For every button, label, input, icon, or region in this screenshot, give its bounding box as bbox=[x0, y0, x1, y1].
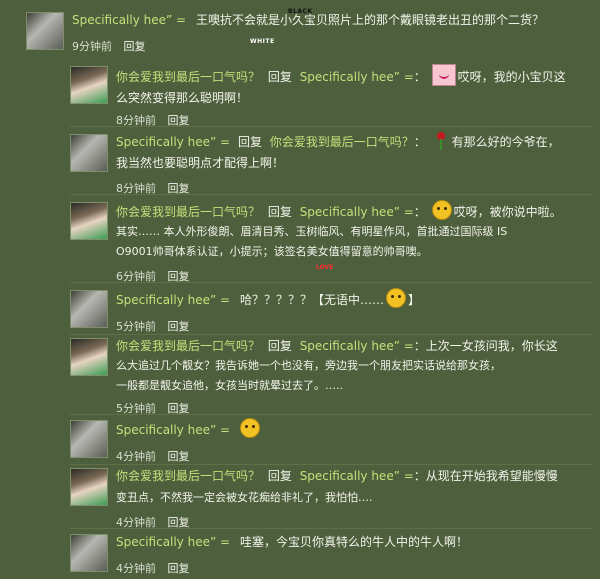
reply-button[interactable]: 回复 bbox=[168, 450, 190, 463]
timestamp: 4分钟前 bbox=[116, 450, 156, 463]
comment-text-block: 其实…… 本人外形俊朗、眉清目秀、玉树临风、有明星作风，首批通过国际级 IS O… bbox=[116, 222, 594, 262]
divider bbox=[70, 528, 592, 529]
divider bbox=[70, 282, 592, 283]
avatar[interactable] bbox=[70, 338, 108, 376]
comment-text: ：从现在开始我希望能慢慢 bbox=[413, 469, 558, 483]
timestamp: 5分钟前 bbox=[116, 320, 156, 333]
comment-text: 王噢抗不会就是小久宝贝照片上的那个戴眼镜老出丑的那个二货？ bbox=[195, 13, 544, 27]
avatar[interactable] bbox=[70, 468, 108, 506]
comment-text: ：上次一女孩问我，你长这 bbox=[413, 339, 558, 353]
comment-text: ： bbox=[413, 70, 426, 84]
comment-text: 变丑点，不然我一定会被女花痴给非礼了，我怕怕…. bbox=[116, 491, 373, 504]
divider bbox=[70, 464, 592, 465]
rose-icon bbox=[434, 132, 448, 150]
divider bbox=[70, 414, 592, 415]
reply-word: 回复 bbox=[267, 469, 292, 483]
comment-text-block: 么大追过几个靓女？我告诉她一个也没有，旁边我一个朋友把实话说给那女孩， 一般都是… bbox=[116, 356, 594, 396]
comment-body: Specifically hee” = bbox=[116, 418, 594, 441]
comment-text: ： bbox=[413, 205, 426, 219]
comment-text: 】 bbox=[407, 293, 420, 307]
comment-body: Specifically hee” = 回复 你会爱我到最后一口气吗？： 有那么… bbox=[116, 132, 594, 174]
avatar[interactable] bbox=[70, 290, 108, 328]
reply-button[interactable]: 回复 bbox=[168, 562, 190, 575]
reply-word: 回复 bbox=[267, 339, 292, 353]
timestamp: 9分钟前 bbox=[72, 40, 112, 53]
comment-body: 你会爱我到最后一口气吗？ 回复 Specifically hee” =：上次一女… bbox=[116, 336, 594, 357]
comment-meta: 4分钟前 回复 bbox=[116, 448, 190, 464]
reply-target-link[interactable]: Specifically hee” = bbox=[300, 70, 414, 84]
comment-text: 哎呀，我的小宝贝这 bbox=[457, 70, 566, 84]
username-link[interactable]: Specifically hee” = bbox=[116, 293, 230, 307]
reply-button[interactable]: 回复 bbox=[124, 40, 146, 53]
username-link[interactable]: Specifically hee” = bbox=[116, 135, 230, 149]
avatar[interactable] bbox=[26, 12, 64, 50]
comment-item: Specifically hee” = 哈？？？？？【无语中…… 】 5分钟前 回… bbox=[70, 288, 594, 334]
avatar[interactable] bbox=[70, 534, 108, 572]
username-link[interactable]: 你会爱我到最后一口气吗？ bbox=[116, 205, 260, 219]
avatar[interactable] bbox=[70, 202, 108, 240]
cute-emoticon-icon bbox=[431, 64, 456, 86]
comment-meta: 9分钟前 回复 bbox=[72, 38, 146, 54]
divider bbox=[70, 334, 592, 335]
shocked-emoticon-icon bbox=[239, 418, 260, 438]
speechless-emoticon-icon bbox=[385, 288, 406, 308]
comment-body: Specifically hee” = 哇塞，今宝贝你真特么的牛人中的牛人啊！ bbox=[116, 532, 594, 553]
comment-body: Specifically hee” = 哈？？？？？【无语中…… 】 bbox=[116, 288, 594, 311]
comment-text: 哎呀，被你说中啦。 bbox=[453, 205, 562, 219]
username-link[interactable]: Specifically hee” = bbox=[116, 423, 230, 437]
comment-text: 其实…… 本人外形俊朗、眉清目秀、玉树临风、有明星作风，首批通过国际级 IS bbox=[116, 225, 508, 238]
comment-item: 你会爱我到最后一口气吗？ 回复 Specifically hee” =： 哎呀，… bbox=[70, 64, 594, 128]
timestamp: 4分钟前 bbox=[116, 562, 156, 575]
smiley-emoticon-icon bbox=[431, 200, 452, 220]
reply-word: 回复 bbox=[267, 205, 292, 219]
username-link[interactable]: 你会爱我到最后一口气吗？ bbox=[116, 70, 260, 84]
comment-text: 一般都是靓女追他，女孩当时就晕过去了。….. bbox=[116, 379, 343, 392]
comment-body: 你会爱我到最后一口气吗？ 回复 Specifically hee” =： 哎呀，… bbox=[116, 200, 594, 223]
comment-item: Specifically hee” = 王噢抗不会就是小久宝贝照片上的那个戴眼镜… bbox=[26, 12, 592, 56]
reply-target-link[interactable]: 你会爱我到最后一口气吗？ bbox=[270, 135, 414, 149]
comment-body: 你会爱我到最后一口气吗？ 回复 Specifically hee” =：从现在开… bbox=[116, 466, 594, 508]
comment-body: 你会爱我到最后一口气吗？ 回复 Specifically hee” =： 哎呀，… bbox=[116, 64, 594, 109]
divider bbox=[70, 194, 592, 195]
avatar[interactable] bbox=[70, 420, 108, 458]
username-link[interactable]: Specifically hee” = bbox=[72, 13, 186, 27]
comment-meta: 4分钟前 回复 bbox=[116, 560, 190, 576]
avatar[interactable] bbox=[70, 66, 108, 104]
comment-text: 哈？？？？？【无语中…… bbox=[239, 293, 384, 307]
comment-text: 哇塞，今宝贝你真特么的牛人中的牛人啊！ bbox=[239, 535, 468, 549]
username-link[interactable]: 你会爱我到最后一口气吗？ bbox=[116, 339, 260, 353]
comment-item: 你会爱我到最后一口气吗？ 回复 Specifically hee” =：上次一女… bbox=[70, 338, 594, 416]
username-link[interactable]: 你会爱我到最后一口气吗？ bbox=[116, 469, 260, 483]
comment-body: Specifically hee” = 王噢抗不会就是小久宝贝照片上的那个戴眼镜… bbox=[72, 10, 592, 31]
comment-meta: 5分钟前 回复 bbox=[116, 318, 190, 334]
comment-item: Specifically hee” = 4分钟前 回复 bbox=[70, 418, 594, 464]
comment-item: 你会爱我到最后一口气吗？ 回复 Specifically hee” =：从现在开… bbox=[70, 468, 594, 530]
reply-target-link[interactable]: Specifically hee” = bbox=[300, 205, 414, 219]
comment-text: ： bbox=[413, 135, 426, 149]
comment-item: 你会爱我到最后一口气吗？ 回复 Specifically hee” =： 哎呀，… bbox=[70, 200, 594, 283]
comment-text: 有那么好的今爷在， bbox=[451, 135, 560, 149]
avatar[interactable] bbox=[70, 134, 108, 172]
username-link[interactable]: Specifically hee” = bbox=[116, 535, 230, 549]
comment-text: 么突然变得那么聪明啊！ bbox=[116, 91, 249, 105]
reply-target-link[interactable]: Specifically hee” = bbox=[300, 469, 414, 483]
comment-text: O9001帅哥体系认证，小提示；该签名美女值得留意的帅哥噢。 bbox=[116, 245, 428, 258]
comment-text: 么大追过几个靓女？我告诉她一个也没有，旁边我一个朋友把实话说给那女孩， bbox=[116, 359, 501, 372]
comment-item: Specifically hee” = 哇塞，今宝贝你真特么的牛人中的牛人啊！ … bbox=[70, 534, 594, 578]
reply-word: 回复 bbox=[267, 70, 292, 84]
comment-item: Specifically hee” = 回复 你会爱我到最后一口气吗？： 有那么… bbox=[70, 132, 594, 196]
reply-button[interactable]: 回复 bbox=[168, 320, 190, 333]
divider bbox=[70, 126, 592, 127]
reply-target-link[interactable]: Specifically hee” = bbox=[300, 339, 414, 353]
comment-text: 我当然也要聪明点才配得上啊！ bbox=[116, 156, 285, 170]
reply-word: 回复 bbox=[237, 135, 262, 149]
